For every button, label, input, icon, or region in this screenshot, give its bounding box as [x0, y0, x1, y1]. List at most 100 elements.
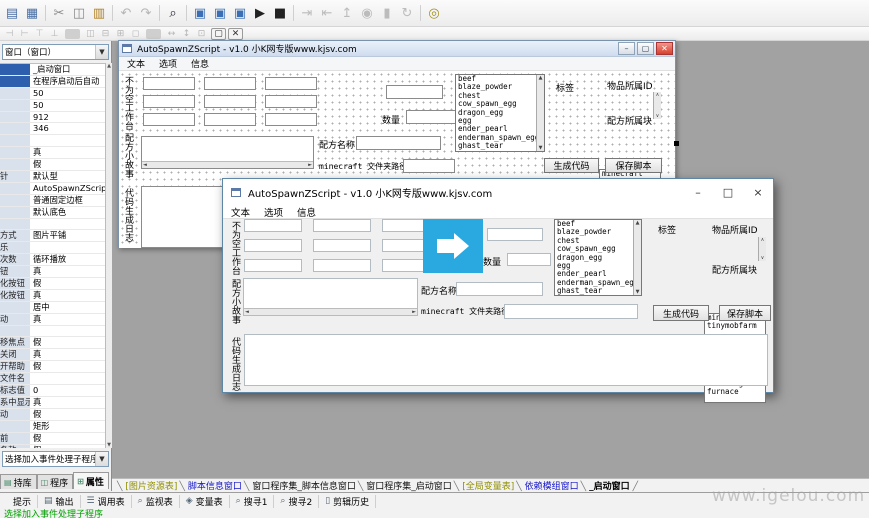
property-row[interactable]: [0, 219, 105, 231]
craft-grid-cell[interactable]: [204, 77, 256, 90]
grid-icon[interactable]: ⊡: [194, 28, 209, 40]
property-row[interactable]: 标志值 0: [0, 385, 105, 397]
recipe-story-box[interactable]: ◄►: [141, 136, 314, 169]
property-value[interactable]: _启动窗口: [30, 64, 105, 75]
step-into-icon[interactable]: ⇥: [297, 3, 317, 23]
pause-icon[interactable]: ▮: [377, 3, 397, 23]
horizontal-scrollbar[interactable]: ◄►: [244, 308, 417, 315]
scroll-up-icon[interactable]: ∧: [654, 92, 661, 98]
window-tile-vertical-icon[interactable]: ▣: [210, 3, 230, 23]
property-row[interactable]: 默认底色: [0, 207, 105, 219]
close-button[interactable]: ✕: [656, 42, 673, 55]
list-item[interactable]: tinymobfarm: [705, 322, 765, 330]
craft-grid-cell[interactable]: [265, 77, 317, 90]
item-id-scrollbar[interactable]: ∧ ∨: [653, 92, 661, 119]
scroll-right-icon[interactable]: ►: [308, 162, 312, 168]
property-value[interactable]: 图片平铺: [30, 230, 105, 241]
property-row[interactable]: 文件名: [0, 373, 105, 385]
menu-text[interactable]: 文本: [127, 57, 145, 70]
property-value[interactable]: 假: [30, 409, 105, 420]
document-tab[interactable]: 窗口程序集_脚本信息窗口: [243, 479, 357, 492]
property-value[interactable]: 真: [30, 266, 105, 277]
property-value[interactable]: 默认底色: [30, 207, 105, 218]
list-item[interactable]: ghast_tear: [555, 287, 641, 295]
selection-handle[interactable]: [674, 141, 679, 146]
align-left-icon[interactable]: ⊣: [2, 28, 17, 40]
property-value[interactable]: 真: [30, 147, 105, 158]
event-handler-selector[interactable]: 选择加入事件处理子程序 ▼: [2, 451, 109, 467]
item-listbox-scrollbar[interactable]: ▲ ▼: [536, 75, 544, 151]
item-listbox-scrollbar[interactable]: ▲ ▼: [633, 220, 641, 295]
property-value[interactable]: 普通固定边框: [30, 195, 105, 206]
property-row[interactable]: 矩形: [0, 421, 105, 433]
same-size-icon[interactable]: ⊞: [113, 28, 128, 40]
space-vertical-icon[interactable]: ↕: [179, 28, 194, 40]
property-row[interactable]: 移焦点 假: [0, 337, 105, 349]
craft-grid-cell[interactable]: [143, 77, 195, 90]
tag-input[interactable]: [386, 85, 443, 99]
space-horizontal-icon[interactable]: ↔: [164, 28, 179, 40]
app-window[interactable]: AutoSpawnZScript - v1.0 小K网专版www.kjsv.co…: [222, 178, 774, 393]
property-row[interactable]: 动 真: [0, 314, 105, 326]
property-row[interactable]: 化按钮 假: [0, 278, 105, 290]
same-width-icon[interactable]: ◫: [83, 28, 98, 40]
scroll-left-icon[interactable]: ◄: [245, 309, 249, 315]
panel-float-button[interactable]: ▢: [211, 28, 226, 40]
list-item[interactable]: furnace: [705, 388, 765, 396]
copy-icon[interactable]: ◫: [69, 3, 89, 23]
property-row[interactable]: 912: [0, 112, 105, 124]
status-tab[interactable]: ⌕ 搜寻2: [274, 495, 319, 508]
property-grid-scrollbar[interactable]: ▲ ▼: [105, 63, 112, 448]
window-tile-horizontal-icon[interactable]: ▣: [190, 3, 210, 23]
property-value[interactable]: [30, 219, 105, 230]
save-icon[interactable]: ▦: [22, 3, 42, 23]
property-row[interactable]: 关闭 真: [0, 349, 105, 361]
menu-info[interactable]: 信息: [297, 205, 316, 219]
object-selector[interactable]: 窗口（窗口） ▼: [2, 44, 109, 60]
property-row[interactable]: 方式 图片平铺: [0, 230, 105, 242]
document-tab[interactable]: 依赖模组窗口: [515, 479, 579, 492]
document-tab[interactable]: 脚本信息窗口: [178, 479, 242, 492]
minimize-button[interactable]: –: [618, 42, 635, 55]
craft-grid-cell[interactable]: [204, 95, 256, 108]
menu-text[interactable]: 文本: [231, 205, 250, 219]
property-value[interactable]: 50: [30, 88, 105, 99]
same-height-icon[interactable]: ⊟: [98, 28, 113, 40]
recipe-story-box[interactable]: ◄►: [243, 278, 418, 316]
property-value[interactable]: 假: [30, 433, 105, 444]
property-value[interactable]: 真: [30, 314, 105, 325]
property-value[interactable]: 在程序启动后自动: [30, 76, 105, 87]
list-item[interactable]: ghast_tear: [456, 142, 544, 150]
property-value[interactable]: AutoSpawnZScript: [30, 183, 105, 194]
craft-grid-cell[interactable]: [265, 95, 317, 108]
transfer-arrow-button[interactable]: [423, 219, 483, 273]
status-tab[interactable]: ▤ 输出: [38, 495, 81, 508]
property-row[interactable]: 乐: [0, 242, 105, 254]
property-row[interactable]: 普通固定边框: [0, 195, 105, 207]
log-box[interactable]: [244, 334, 768, 386]
undo-icon[interactable]: ↶: [116, 3, 136, 23]
property-row[interactable]: [0, 135, 105, 147]
scroll-down-icon[interactable]: ∨: [654, 113, 661, 119]
restart-icon[interactable]: ↻: [397, 3, 417, 23]
generate-code-button[interactable]: 生成代码: [544, 158, 599, 173]
property-row[interactable]: 动 假: [0, 409, 105, 421]
designer-title-bar[interactable]: AutoSpawnZScript - v1.0 小K网专版www.kjsv.co…: [119, 41, 675, 57]
step-over-icon[interactable]: ⇤: [317, 3, 337, 23]
property-value[interactable]: 默认型: [30, 171, 105, 182]
craft-grid-cell[interactable]: [313, 259, 371, 272]
path-input[interactable]: [504, 304, 638, 319]
document-tab[interactable]: [图片资源表]: [116, 479, 178, 492]
chevron-down-icon[interactable]: ▼: [95, 452, 108, 466]
breakpoint-icon[interactable]: ◉: [357, 3, 377, 23]
chevron-down-icon[interactable]: ▼: [95, 45, 108, 59]
property-row[interactable]: 系中显示 真: [0, 397, 105, 409]
property-value[interactable]: 912: [30, 112, 105, 123]
property-row[interactable]: 真: [0, 147, 105, 159]
property-row[interactable]: 化按钮 真: [0, 290, 105, 302]
document-tab[interactable]: [全局变量表]: [453, 479, 515, 492]
search-icon[interactable]: ⌕: [163, 3, 183, 23]
property-value[interactable]: 居中: [30, 302, 105, 313]
run-icon[interactable]: ▶: [250, 3, 270, 23]
property-value[interactable]: 真: [30, 290, 105, 301]
